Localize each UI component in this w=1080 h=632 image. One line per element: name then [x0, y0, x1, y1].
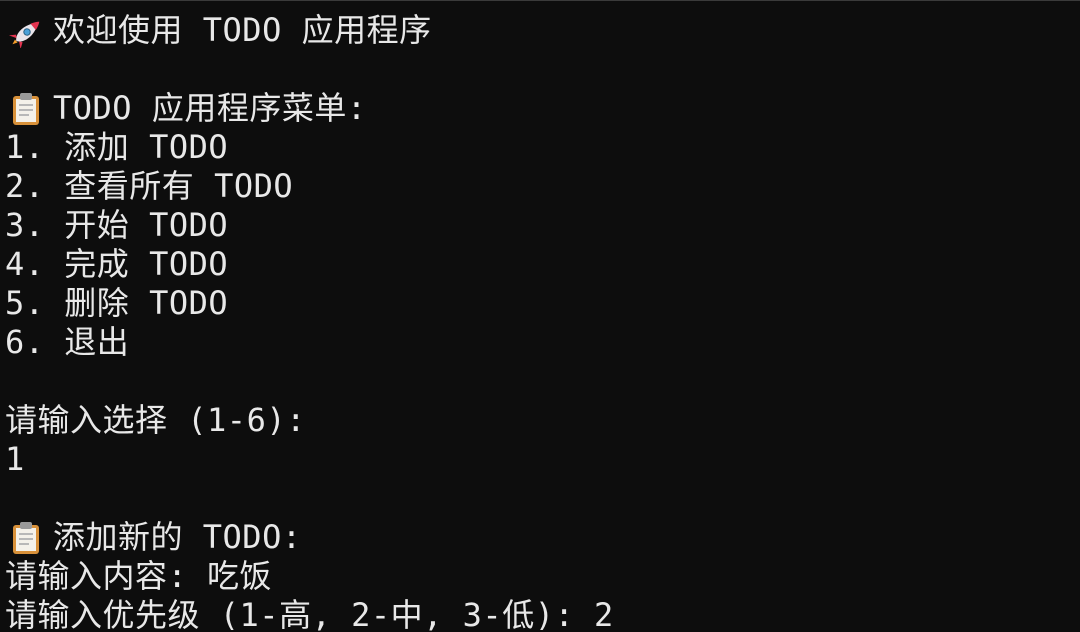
- menu-item-add: 1. 添加 TODO: [5, 128, 229, 166]
- clipboard-icon: [5, 518, 53, 557]
- choice-prompt: 请输入选择 (1-6):: [5, 401, 306, 439]
- content-prompt: 请输入内容: 吃饭: [5, 557, 273, 595]
- menu-title-line: TODO 应用程序菜单:: [5, 89, 1080, 128]
- terminal-window[interactable]: 欢迎使用 TODO 应用程序 TODO 应用程序菜单: 1. 添加 TODO 2…: [0, 0, 1080, 632]
- menu-title: TODO 应用程序菜单:: [53, 89, 367, 127]
- add-title: 添加新的 TODO:: [53, 518, 302, 556]
- clipboard-icon: [5, 89, 53, 128]
- menu-item-complete: 4. 完成 TODO: [5, 245, 229, 283]
- menu-item-view-all: 2. 查看所有 TODO: [5, 167, 294, 205]
- priority-prompt: 请输入优先级 (1-高, 2-中, 3-低): 2: [5, 596, 614, 632]
- menu-item-exit: 6. 退出: [5, 323, 130, 361]
- menu-item-start: 3. 开始 TODO: [5, 206, 229, 244]
- menu-item-delete: 5. 删除 TODO: [5, 284, 229, 322]
- welcome-text: 欢迎使用 TODO 应用程序: [53, 11, 432, 49]
- rocket-icon: [5, 11, 53, 50]
- welcome-line: 欢迎使用 TODO 应用程序: [5, 11, 1080, 50]
- add-title-line: 添加新的 TODO:: [5, 518, 1080, 557]
- choice-input-echo: 1: [5, 440, 25, 478]
